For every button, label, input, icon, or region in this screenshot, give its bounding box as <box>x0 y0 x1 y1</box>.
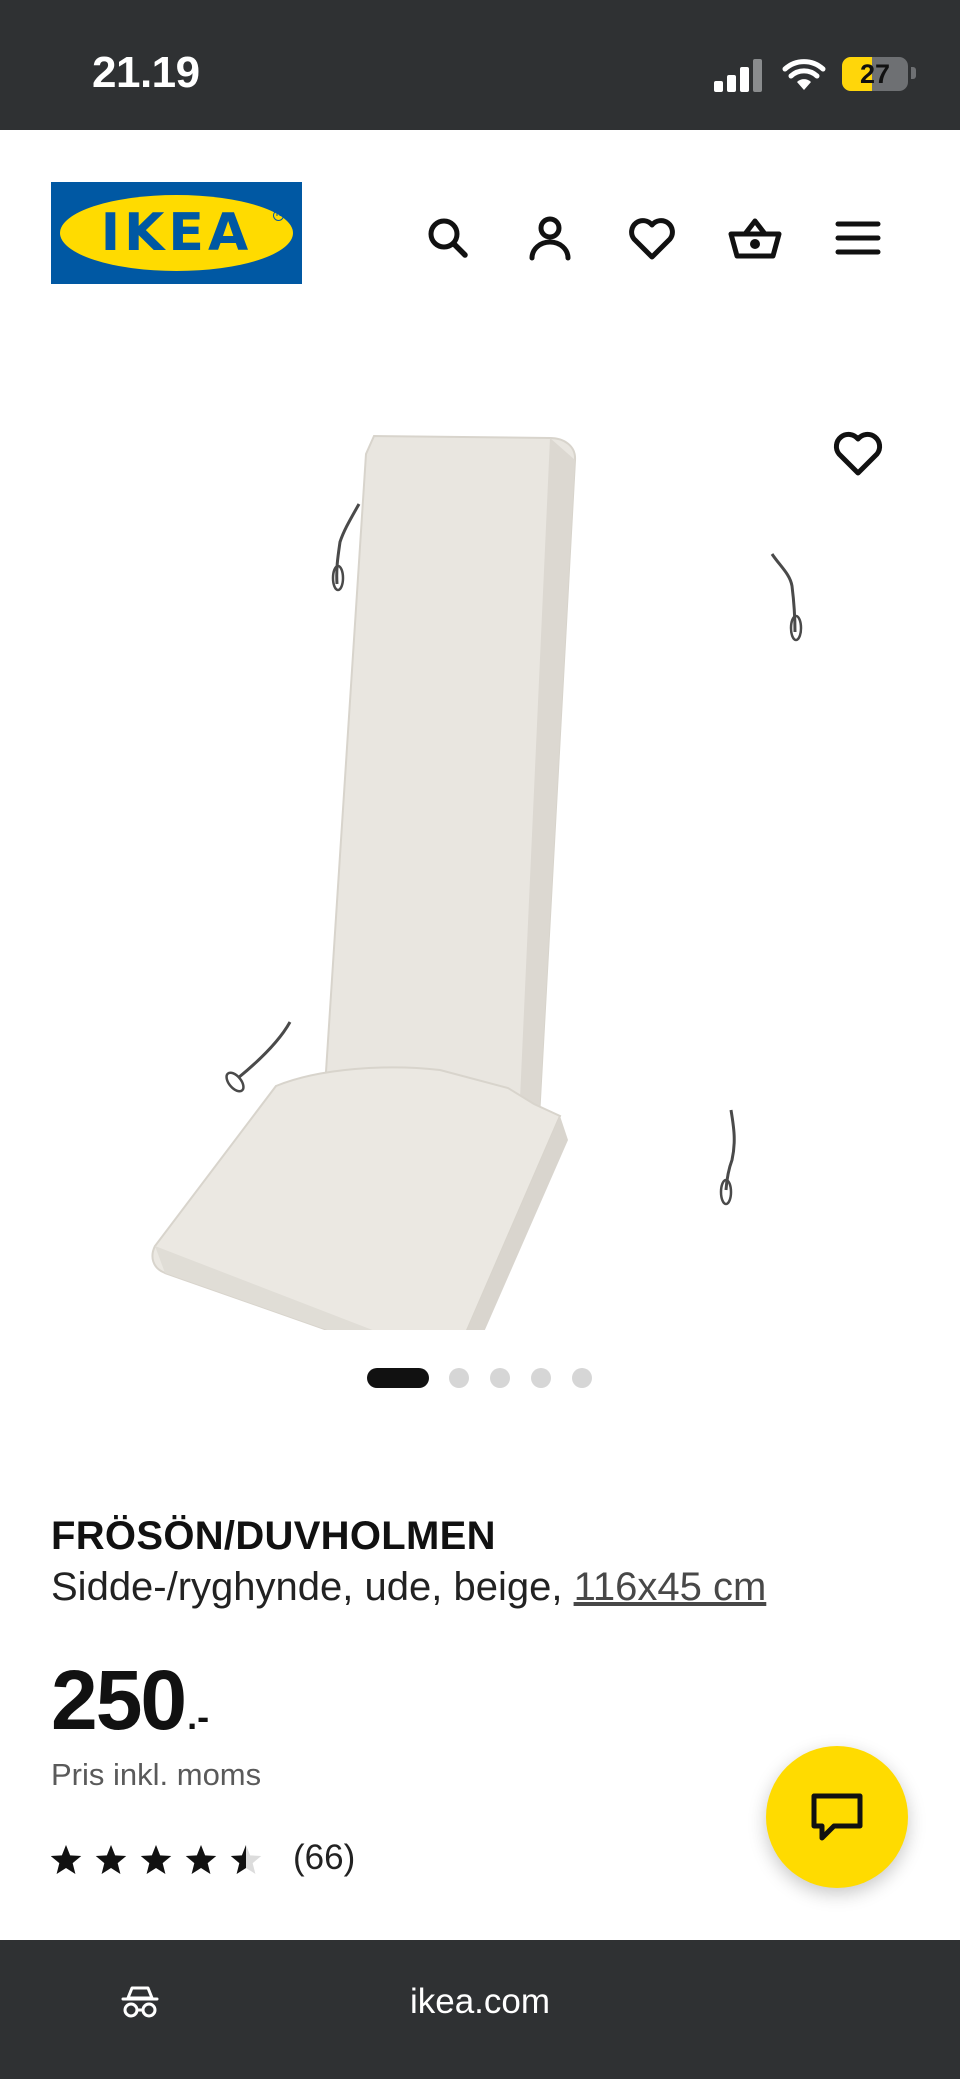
battery-icon: 27 <box>842 57 908 91</box>
price-note: Pris inkl. moms <box>51 1757 262 1792</box>
star-filled <box>140 1845 172 1874</box>
review-count[interactable]: (66) <box>293 1838 355 1878</box>
rating-stars <box>51 1845 262 1874</box>
product-name: FRÖSÖN/DUVHOLMEN <box>51 1514 496 1558</box>
heart-icon[interactable] <box>624 210 680 266</box>
search-icon[interactable] <box>420 210 476 266</box>
product-page: 21.19 27 IKEA R FRÖSÖN/DUVHOLMEN Sidde-/… <box>0 0 960 2079</box>
gallery-pagination <box>0 1366 960 1390</box>
pagination-dot[interactable] <box>572 1368 592 1388</box>
chat-button[interactable] <box>766 1746 908 1888</box>
menu-icon[interactable] <box>830 210 886 266</box>
product-description: Sidde-/ryghynde, ude, beige, 116x45 cm <box>51 1565 766 1610</box>
url-bar[interactable]: ikea.com <box>0 1982 960 2022</box>
account-icon[interactable] <box>522 210 578 266</box>
logo-text: IKEA <box>100 203 253 263</box>
registered-mark-icon: R <box>273 210 284 221</box>
pagination-dot[interactable] <box>449 1368 469 1388</box>
product-price: 250.- <box>51 1652 209 1749</box>
pagination-dot-active[interactable] <box>367 1368 429 1388</box>
status-time: 21.19 <box>92 48 200 97</box>
price-integer: 250 <box>51 1653 187 1747</box>
heart-icon <box>833 431 883 476</box>
size-link[interactable]: 116x45 cm <box>574 1565 767 1609</box>
battery-tip <box>911 67 916 79</box>
price-suffix: .- <box>187 1696 210 1737</box>
star-filled <box>51 1845 82 1874</box>
browser-toolbar: ikea.com <box>0 1940 960 2079</box>
status-bar: 21.19 27 <box>0 0 960 130</box>
battery-level: 27 <box>859 59 891 89</box>
cellular-signal-icon <box>714 56 766 92</box>
site-header: IKEA R <box>0 130 960 320</box>
product-image[interactable] <box>140 370 860 1330</box>
save-to-favorites-button[interactable] <box>818 414 898 494</box>
star-filled <box>185 1845 217 1874</box>
wifi-icon <box>782 59 826 90</box>
basket-icon[interactable] <box>727 210 783 266</box>
chat-icon <box>811 1793 863 1841</box>
product-description-text: Sidde-/ryghynde, ude, beige, <box>51 1565 574 1609</box>
pagination-dot[interactable] <box>490 1368 510 1388</box>
star-filled <box>95 1845 127 1874</box>
pagination-dot[interactable] <box>531 1368 551 1388</box>
ikea-logo[interactable]: IKEA R <box>51 182 302 284</box>
product-gallery[interactable] <box>0 320 960 1330</box>
